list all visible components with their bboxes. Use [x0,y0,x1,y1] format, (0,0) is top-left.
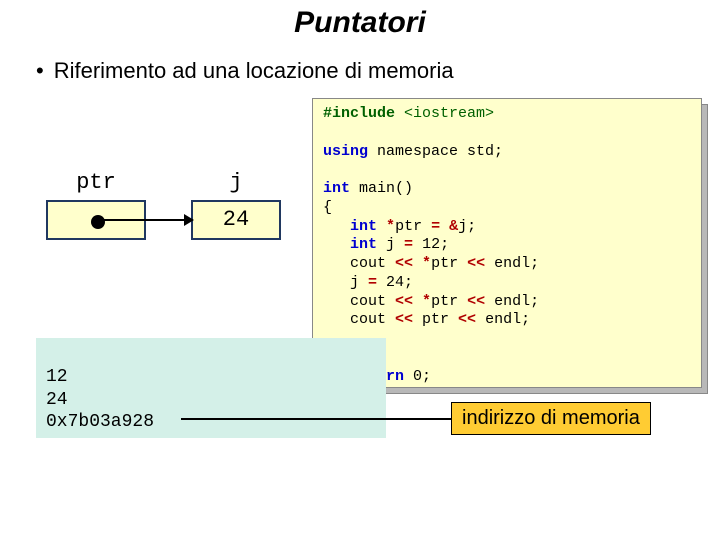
code-tok: j [377,236,404,253]
label-j: j [206,170,266,195]
arrow-head-icon [184,214,194,226]
output-line: 12 [46,367,68,387]
code-tok: <iostream> [404,105,494,122]
code-tok [413,293,422,310]
code-tok [440,218,449,235]
code-tok: cout [323,311,395,328]
code-tok: j [323,274,368,291]
code-tok: << [395,311,413,328]
code-tok: endl; [485,255,539,272]
bullet-dot: • [36,58,44,83]
bullet-line: • Riferimento ad una locazione di memoria [0,40,720,84]
code-tok: = [404,236,413,253]
code-tok [323,218,350,235]
code-tok: cout [323,255,395,272]
code-tok: endl; [476,311,530,328]
code-tok: j; [458,218,476,235]
box-j: 24 [191,200,281,240]
code-tok: int [323,180,350,197]
code-tok: & [449,218,458,235]
code-tok: 24; [377,274,413,291]
output-line: 24 [46,390,68,410]
code-tok: << [395,255,413,272]
code-tok: ptr [395,218,431,235]
bullet-text: Riferimento ad una locazione di memoria [54,58,454,83]
pointer-dot-icon [91,215,105,229]
callout-line [181,418,451,420]
code-tok: * [386,218,395,235]
arrow-line [96,219,186,221]
output-line: 0x7b03a928 [46,412,154,432]
code-tok [377,218,386,235]
code-tok: 12; [413,236,449,253]
code-tok: namespace std; [368,143,503,160]
code-tok: using [323,143,368,160]
code-tok [413,255,422,272]
code-tok: endl; [485,293,539,310]
code-tok: = [431,218,440,235]
code-tok: 0; [404,368,431,385]
diagram-canvas: ptr j 24 #include <iostream> using names… [36,98,684,518]
callout-label: indirizzo di memoria [451,402,651,435]
code-tok: cout [323,293,395,310]
code-tok: << [395,293,413,310]
code-tok: main() [350,180,413,197]
code-tok: << [467,255,485,272]
code-tok: = [368,274,377,291]
code-tok: #include [323,105,404,122]
code-tok: ptr [431,255,467,272]
code-tok [323,236,350,253]
label-ptr: ptr [56,170,136,195]
code-tok: * [422,255,431,272]
code-tok: int [350,236,377,253]
program-output: 12 24 0x7b03a928 [46,366,154,434]
code-tok: ptr [413,311,458,328]
code-tok: << [467,293,485,310]
code-tok: << [458,311,476,328]
code-tok: { [323,199,332,216]
code-tok: int [350,218,377,235]
page-title: Puntatori [0,0,720,40]
code-tok: ptr [431,293,467,310]
code-tok: * [422,293,431,310]
